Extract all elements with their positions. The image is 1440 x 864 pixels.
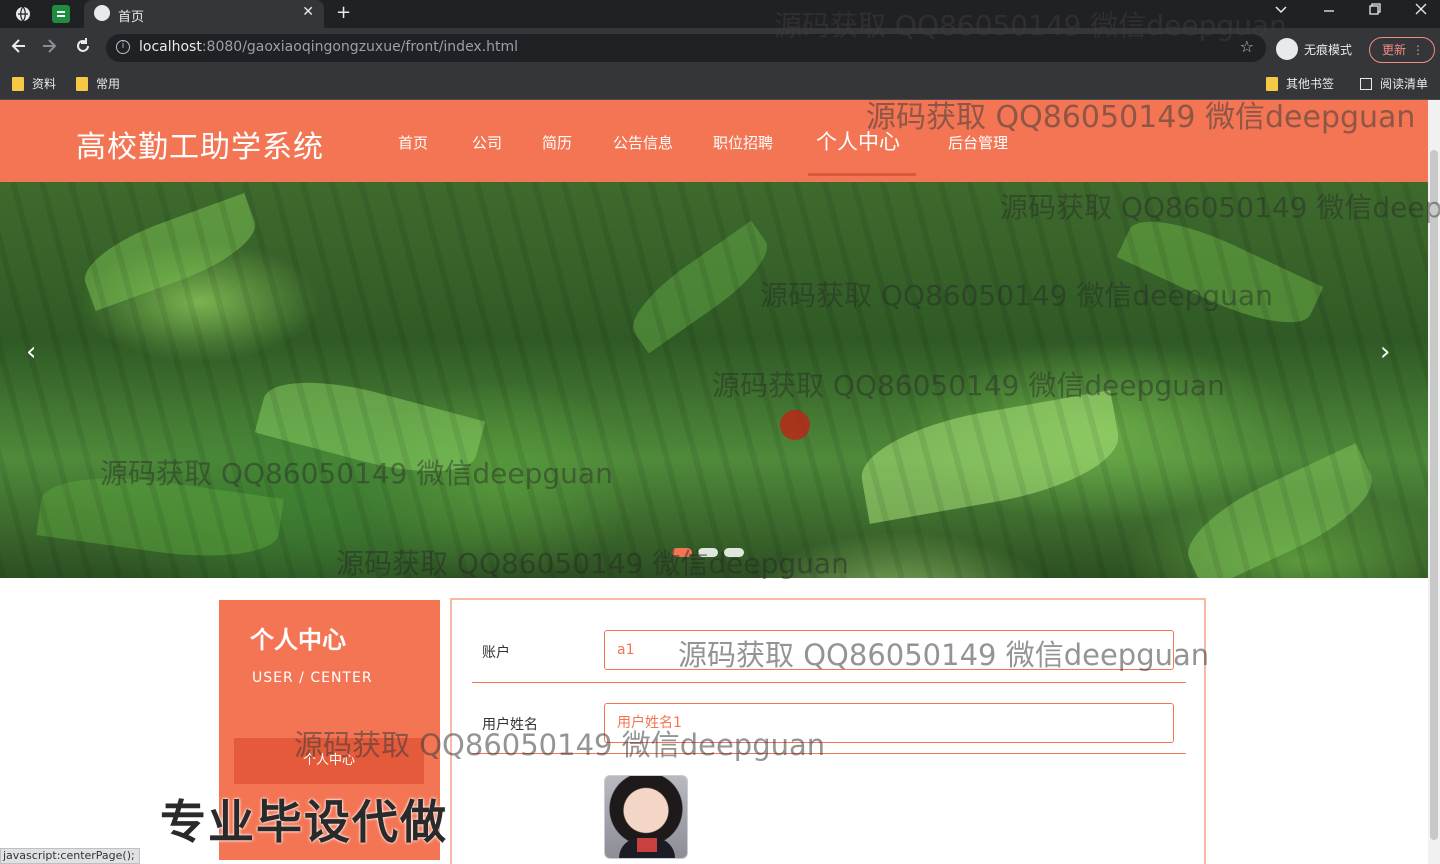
sidebar-subtitle: USER / CENTER	[252, 670, 373, 686]
reading-list-label: 阅读清单	[1380, 77, 1429, 91]
watermark: 源码获取 QQ86050149 微信deepguan	[336, 547, 849, 580]
scrollbar-thumb[interactable]	[1430, 150, 1438, 840]
watermark: 源码获取 QQ86050149 微信deepguan	[1000, 191, 1440, 224]
browser-menu-icon[interactable]	[14, 5, 32, 23]
account-label: 账户	[482, 645, 510, 661]
new-tab-icon[interactable]: +	[336, 2, 351, 23]
bookmark-folder-changyong[interactable]: 常用	[76, 75, 120, 92]
avatar-figure	[637, 838, 657, 852]
divider	[472, 682, 1186, 683]
other-bookmarks[interactable]: 其他书签	[1266, 75, 1334, 92]
url-text[interactable]: localhost:8080/gaoxiaoqingongzuxue/front…	[139, 39, 518, 55]
info-icon[interactable]: i	[116, 40, 130, 54]
folder-icon	[12, 76, 24, 91]
carousel-prev-button[interactable]: ‹	[26, 337, 36, 367]
tab-active[interactable]: 首页 ✕	[84, 0, 324, 28]
tab-title: 首页	[118, 10, 145, 25]
folder-icon	[76, 76, 88, 91]
promo-overlay-text: 专业毕设代做	[160, 795, 448, 849]
watermark: 源码获取 QQ86050149 微信deepguan	[294, 728, 826, 762]
bookmark-label: 常用	[96, 77, 121, 91]
restore-icon[interactable]	[1368, 2, 1382, 20]
status-bar: javascript:centerPage();	[0, 848, 140, 864]
nav-company[interactable]: 公司	[472, 132, 502, 153]
update-label: 更新	[1382, 43, 1407, 57]
folder-icon	[1266, 76, 1278, 91]
watermark: 源码获取 QQ86050149 微信deepguan	[712, 369, 1225, 402]
reload-icon[interactable]	[74, 37, 92, 60]
reading-list-icon	[1360, 77, 1372, 90]
watermark: 源码获取 QQ86050149 微信deepguan	[866, 100, 1416, 135]
update-button[interactable]: 更新 ⋮	[1369, 37, 1435, 63]
window-close-icon[interactable]	[1414, 2, 1428, 20]
nav-jobs[interactable]: 职位招聘	[713, 132, 773, 153]
bookmark-folder-ziliao[interactable]: 资料	[12, 75, 56, 92]
watermark: 源码获取 QQ86050149 微信deepguan	[760, 279, 1273, 312]
close-icon[interactable]: ✕	[302, 4, 314, 20]
incognito-label: 无痕模式	[1304, 42, 1353, 57]
cursor-highlight	[780, 410, 810, 440]
nav-home[interactable]: 首页	[398, 132, 428, 153]
minimize-icon[interactable]	[1322, 2, 1336, 20]
watermark: 源码获取 QQ86050149 微信deepguan	[774, 9, 1287, 42]
other-bookmarks-label: 其他书签	[1286, 77, 1335, 91]
nav-resume[interactable]: 简历	[542, 132, 572, 153]
forward-icon[interactable]	[40, 37, 58, 60]
globe-icon	[94, 5, 110, 21]
carousel-next-button[interactable]: ›	[1380, 337, 1390, 367]
nav-announcements[interactable]: 公告信息	[613, 132, 673, 153]
active-nav-indicator	[808, 173, 916, 176]
bookmark-label: 资料	[32, 77, 57, 91]
sidebar-title: 个人中心	[250, 626, 346, 654]
watermark: 源码获取 QQ86050149 微信deepguan	[100, 457, 613, 490]
incognito-indicator[interactable]: 无痕模式	[1276, 38, 1352, 60]
more-vert-icon: ⋮	[1412, 43, 1424, 57]
reading-list[interactable]: 阅读清单	[1360, 75, 1428, 92]
site-title: 高校勤工助学系统	[76, 130, 324, 165]
app-tab-icon[interactable]	[52, 5, 70, 23]
avatar-image[interactable]	[604, 775, 688, 859]
back-icon[interactable]	[10, 37, 28, 60]
watermark: 源码获取 QQ86050149 微信deepguan	[678, 638, 1210, 672]
